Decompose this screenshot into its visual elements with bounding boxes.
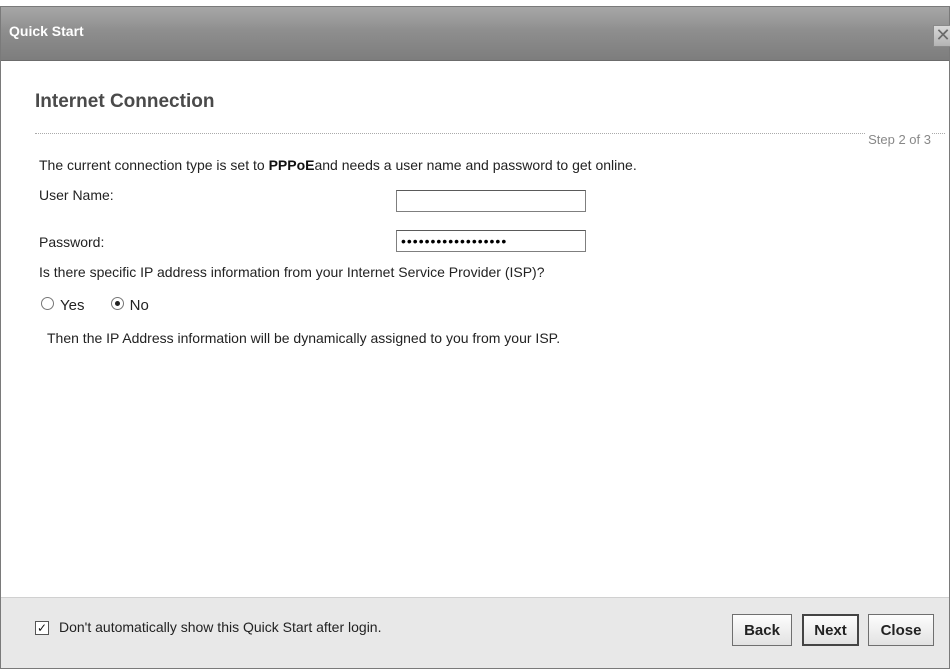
ip-info-radio-group: Yes No xyxy=(41,297,171,314)
dont-show-checkbox[interactable]: ✓ xyxy=(35,621,49,635)
step-indicator: Step 2 of 3 xyxy=(866,132,931,147)
no-radio[interactable] xyxy=(110,297,124,310)
quick-start-dialog: Quick Start ✕ Internet Connection Step 2… xyxy=(0,6,950,669)
connection-type-description: The current connection type is set to PP… xyxy=(39,157,637,173)
dont-show-label[interactable]: Don't automatically show this Quick Star… xyxy=(59,619,381,635)
password-label: Password: xyxy=(39,234,105,250)
close-icon[interactable]: ✕ xyxy=(933,25,950,47)
connection-type: PPPoE xyxy=(268,157,315,173)
intro-suffix: and needs a user name and password to ge… xyxy=(314,157,637,173)
username-field[interactable] xyxy=(396,190,586,212)
page-title: Internet Connection xyxy=(35,91,215,112)
back-button[interactable]: Back xyxy=(732,614,792,646)
dialog-titlebar: Quick Start ✕ xyxy=(1,7,950,61)
yes-radio[interactable] xyxy=(41,297,54,310)
password-field[interactable] xyxy=(396,230,586,252)
username-label: User Name: xyxy=(39,187,114,203)
dynamic-ip-note: Then the IP Address information will be … xyxy=(47,330,561,346)
heading-divider xyxy=(35,133,945,134)
no-radio-label[interactable]: No xyxy=(130,297,149,314)
yes-radio-label[interactable]: Yes xyxy=(60,297,84,314)
intro-prefix: The current connection type is set to xyxy=(39,157,269,173)
dialog-footer: ✓ Don't automatically show this Quick St… xyxy=(1,597,949,668)
close-button[interactable]: Close xyxy=(868,614,934,646)
isp-ip-question: Is there specific IP address information… xyxy=(39,264,545,280)
dialog-title: Quick Start xyxy=(9,23,84,39)
next-button[interactable]: Next xyxy=(802,614,859,646)
